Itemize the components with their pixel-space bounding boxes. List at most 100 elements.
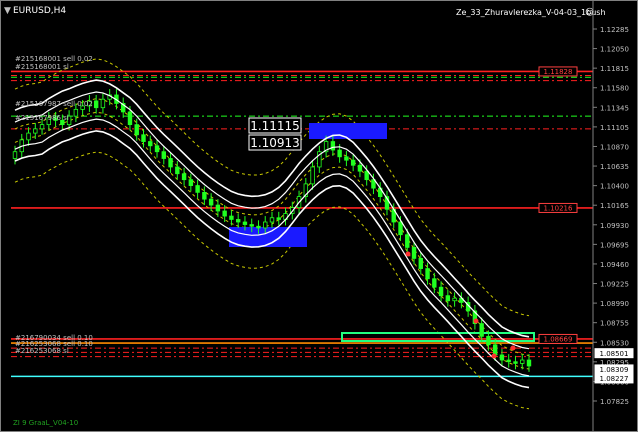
indicator-label: Ze_33_Zhuravlerezka_V-04-03_1bush [456,8,606,17]
footer-label: ZI 9 GraaL_V04-10 [13,419,78,427]
candle-body-12 [93,100,99,109]
candle-body-44 [310,166,315,185]
candle-body-47 [330,141,336,151]
chart-canvas[interactable]: 1.11115 1.10913 #215168001 sell 0.02 #21… [1,1,637,431]
candle-body-63 [438,286,444,297]
candle-body-39 [276,217,281,220]
candle-body-20 [148,141,153,147]
candle-body-31 [222,210,227,217]
symbol-label: EURUSD,H4 [13,6,66,16]
candle-body-0 [12,151,18,159]
axis-tick-label: 1.11815 [600,65,629,73]
candle-body-74 [513,361,518,364]
candle-body-76 [526,359,532,367]
candle-body-33 [235,219,241,223]
axis-tick-label: 1.08755 [600,320,629,328]
candle-body-17 [127,111,133,126]
axis-tick-label: 1.09930 [600,222,629,230]
price-box-lower: 1.10913 [248,134,302,151]
candle-body-72 [499,354,505,361]
candle-body-18 [134,124,139,136]
axis-tick-label: 1.11345 [600,104,629,112]
axis-tick-label: 1.09225 [600,281,629,289]
candle-body-30 [215,204,221,212]
candle-body-65 [452,297,457,302]
candle-body-23 [168,158,173,168]
order-label: #215167986 sl [15,114,69,122]
candle-body-2 [26,132,31,141]
candle-body-37 [263,221,268,229]
dotted-band-0 [14,58,530,317]
price-badge-text: 1.08669 [544,336,573,344]
axis-tick-label: 1.08990 [600,300,629,308]
candle-body-75 [520,359,525,364]
candle-body-4 [39,124,45,130]
candle-body-49 [344,156,349,161]
chart-window[interactable]: 1.11115 1.10913 #215168001 sell 0.02 #21… [0,0,638,432]
price-box-upper: 1.11115 [248,117,302,134]
candle-body-35 [249,224,254,227]
price-badge-text: 1.08309 [600,366,629,374]
candle-body-71 [492,344,498,356]
highlight-boxes [229,123,535,342]
horizontal-levels [11,70,593,378]
candle-body-9 [73,108,79,117]
candle-body-32 [229,215,234,220]
price-box-lower-text: 1.10913 [250,136,300,150]
upper-highlight-box [309,123,387,139]
candle-body-58 [405,234,410,248]
candle-body-69 [479,323,484,337]
price-badge-text: 1.10216 [544,205,573,213]
candle-body-48 [337,149,342,158]
candle-body-26 [188,179,194,186]
candle-body-70 [486,335,491,346]
order-label: #216253068 sl [15,347,69,355]
order-labels: #215168001 sell 0.02 #215168001 sl #2151… [15,55,93,355]
candle-body-38 [269,217,275,223]
axis-tick-label: 1.12285 [600,26,629,34]
band-line-1 [14,130,530,389]
axis-tick-label: 1.07825 [600,398,629,406]
candle-body-60 [418,258,423,269]
axis-tick-label: 1.11580 [600,85,629,93]
price-badge-text: 1.08501 [600,350,629,358]
candle-body-36 [256,225,261,229]
candle-body-34 [242,221,248,225]
order-label: #215168001 sell 0.02 [15,55,93,63]
axis-tick-label: 1.12050 [600,46,629,54]
candle-body-51 [357,164,363,172]
candle-body-64 [445,295,451,302]
axis-tick-label: 1.09695 [600,241,629,249]
order-label: #215168001 sl [15,63,69,71]
candle-body-3 [33,128,38,134]
candle-body-28 [202,191,207,200]
green-target-rect [341,332,535,342]
axis-tick-label: 1.10635 [600,163,629,171]
axis-tick-label: 1.10870 [600,143,629,151]
chart-header: ▼ EURUSD,H4 Ze_33_Zhuravlerezka_V-04-03_… [4,6,606,18]
candle-body-62 [432,278,437,288]
candle-body-50 [350,159,356,166]
candle-body-61 [425,268,430,280]
candle-body-19 [141,134,146,142]
axis-tick-label: 1.10400 [600,183,629,191]
candle-body-59 [411,247,417,259]
order-label: #215167987 sell 0.02 [15,100,93,108]
candle-body-25 [181,173,187,181]
axis-tick-label: 1.11105 [600,124,629,132]
candle-body-27 [195,185,200,193]
candle-body-13 [100,98,106,109]
candle-body-22 [161,151,166,159]
candle-body-52 [364,170,369,181]
price-badge-text: 1.11828 [544,68,573,76]
price-box-upper-text: 1.11115 [250,119,300,133]
candle-body-57 [398,221,403,236]
axis-tick-label: 1.09460 [600,261,629,269]
dotted-band-1 [14,151,530,410]
axis-tick-label: 1.08530 [600,339,629,347]
candle-body-29 [208,198,214,206]
price-badge-text: 1.08227 [600,375,629,383]
candle-body-24 [175,166,180,175]
axis-tick-label: 1.10165 [600,202,629,210]
candle-body-73 [506,359,511,363]
